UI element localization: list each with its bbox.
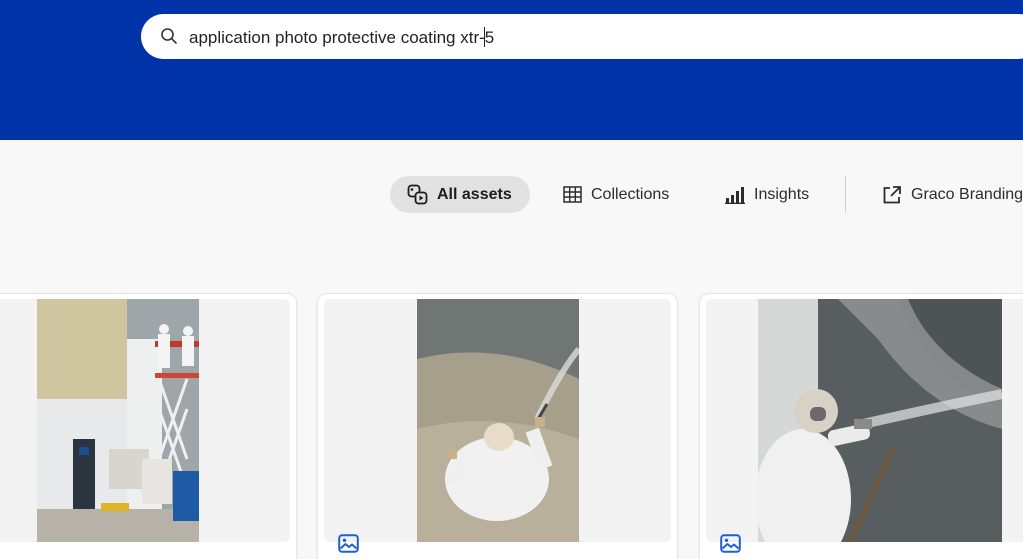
tab-collections-label: Collections <box>591 185 670 203</box>
image-icon <box>720 534 741 553</box>
search-query-after-caret: 5 <box>484 28 495 47</box>
search-bar[interactable]: application photo protective coating xtr… <box>141 14 1023 59</box>
tab-all-assets-label: All assets <box>437 185 512 203</box>
asset-card[interactable] <box>317 293 678 559</box>
bar-chart-icon <box>725 186 745 204</box>
asset-thumbnail-frame <box>0 299 290 542</box>
asset-thumbnail[interactable] <box>37 299 199 542</box>
tab-insights-label: Insights <box>754 185 810 203</box>
external-link-icon <box>883 185 901 203</box>
assets-icon <box>407 184 428 205</box>
grid-icon <box>563 186 582 203</box>
tab-divider <box>845 176 846 213</box>
search-banner: application photo protective coating xtr… <box>0 0 1023 140</box>
tab-collections[interactable]: Collections <box>563 176 669 213</box>
asset-thumbnail[interactable] <box>417 299 579 542</box>
asset-thumbnail-frame <box>324 299 671 542</box>
asset-nav-tabs: All assets Collections Insights Graco Br… <box>0 176 1023 214</box>
asset-card[interactable] <box>0 293 297 559</box>
tab-insights[interactable]: Insights <box>725 176 809 213</box>
asset-thumbnail[interactable] <box>758 299 1002 542</box>
asset-card[interactable] <box>699 293 1023 559</box>
search-input[interactable]: application photo protective coating xtr… <box>189 27 494 48</box>
asset-thumbnail-frame <box>706 299 1023 542</box>
tab-graco-branding-label: Graco Branding <box>911 185 1023 203</box>
tab-all-assets[interactable]: All assets <box>390 176 530 213</box>
search-icon[interactable] <box>160 27 178 45</box>
image-icon <box>338 534 359 553</box>
search-query-before-caret: application photo protective coating xtr… <box>189 28 485 47</box>
tab-graco-branding[interactable]: Graco Branding <box>882 176 1023 213</box>
